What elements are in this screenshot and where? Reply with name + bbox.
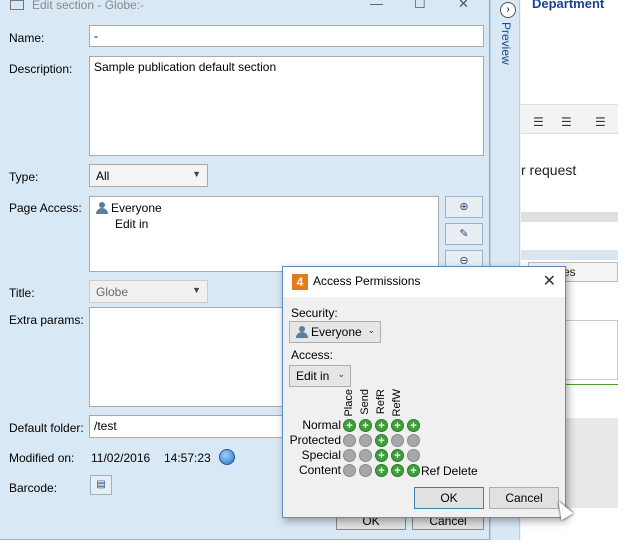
title-value: Globe [96,285,129,299]
permission-toggle-on[interactable]: + [375,434,388,447]
window-title: Edit section - Globe:- [32,0,145,12]
name-field[interactable]: - [89,25,484,47]
window-icon [10,0,24,10]
access-label: Access: [291,348,334,362]
permission-toggle-on[interactable]: + [391,419,404,432]
permission-toggle-off[interactable] [391,434,404,447]
permission-toggle-on[interactable]: + [375,464,388,477]
user-group-icon [96,202,109,214]
type-select[interactable]: All ▼ [89,164,208,187]
preview-label[interactable]: Preview [499,22,513,65]
divider-bar [521,250,618,260]
page-access-label: Page Access: [9,201,82,215]
security-label: Security: [291,306,338,320]
permission-row-label: Protected [289,433,341,447]
indent-icon[interactable]: ☰ [595,115,606,129]
permission-toggle-off[interactable] [407,449,420,462]
column-header-send: Send [359,389,371,415]
page-access-right: Edit in [115,217,149,231]
permission-row-label: Normal [302,418,341,432]
title-select[interactable]: Globe ▼ [89,280,208,303]
permission-toggle-on[interactable]: + [359,419,372,432]
column-header-place: Place [343,389,355,417]
permission-toggle-off[interactable] [359,464,372,477]
description-label: Description: [9,62,73,76]
default-folder-field[interactable]: /test [89,415,289,438]
permission-toggle-off[interactable] [343,464,356,477]
page-access-item[interactable]: Everyone [96,201,432,215]
department-heading: Department [532,0,605,11]
user-group-icon [296,326,309,338]
page-access-user: Everyone [111,201,162,215]
globe-icon[interactable] [219,449,235,465]
permission-toggle-on[interactable]: + [375,449,388,462]
permission-row-label: Content [298,463,341,477]
description-field[interactable]: Sample publication default section [89,56,484,156]
barcode-button[interactable]: ▤ [90,475,112,495]
permission-toggle-off[interactable] [359,434,372,447]
modified-label: Modified on: [9,451,75,465]
permission-toggle-on[interactable]: + [375,419,388,432]
modified-date: 11/02/2016 [91,451,151,465]
title-label: Title: [9,286,35,300]
bullet-list-icon[interactable]: ☰ [533,115,544,129]
security-select[interactable]: Everyone ⌄ [289,321,381,343]
permission-toggle-off[interactable] [343,434,356,447]
permission-toggle-on[interactable]: + [391,464,404,477]
column-header-refr: RefR [375,389,387,415]
close-icon[interactable]: ✕ [543,271,556,291]
dialog-cancel-button[interactable]: Cancel [489,487,559,509]
add-access-button[interactable]: ⊕ [445,196,483,218]
request-text: r request [521,162,577,178]
editor-toolbar: ☰ ☰ ☰ [521,104,618,134]
permission-toggle-off[interactable] [343,449,356,462]
chevron-down-icon: ▼ [192,169,201,179]
chevron-right-icon[interactable]: › [500,2,516,18]
permission-toggle-on[interactable]: + [407,464,420,477]
default-folder-label: Default folder: [9,421,84,435]
edit-access-button[interactable]: ✎ [445,223,483,245]
column-header-refw: RefW [391,389,403,417]
name-label: Name: [9,31,45,45]
chevron-down-icon: ⌄ [337,369,345,379]
barcode-label: Barcode: [9,481,58,495]
permission-toggle-on[interactable]: + [391,449,404,462]
security-value: Everyone [311,325,362,339]
type-value: All [96,169,110,183]
permission-toggle-on[interactable]: + [343,419,356,432]
page-access-list[interactable]: Everyone Edit in [89,196,439,272]
outdent-icon[interactable]: ☰ [561,115,572,129]
access-select[interactable]: Edit in ⌄ [289,365,351,387]
access-permissions-dialog: 4 Access Permissions ✕ Security: Everyon… [282,266,566,518]
maximize-icon[interactable]: ☐ [414,0,426,12]
divider-bar [521,212,618,222]
minimize-icon[interactable]: — [370,0,383,11]
close-icon[interactable]: ✕ [458,0,469,12]
extra-params-label: Extra params: [9,313,84,327]
chevron-down-icon: ⌄ [367,325,375,335]
dialog-ok-button[interactable]: OK [414,487,484,509]
app-logo-icon: 4 [292,274,308,290]
dialog-title-bar: 4 Access Permissions ✕ [283,267,565,297]
title-bar: Edit section - Globe:- — ☐ ✕ [0,0,490,12]
permission-toggle-off[interactable] [359,449,372,462]
access-value: Edit in [296,369,330,383]
extra-params-field[interactable] [89,307,289,407]
permission-row-label: Special [301,448,341,462]
ref-delete-label: Ref Delete [421,464,478,478]
permission-toggle-on[interactable]: + [407,419,420,432]
modified-time: 14:57:23 [164,451,211,465]
type-label: Type: [9,170,39,184]
dialog-title: Access Permissions [313,274,421,288]
chevron-down-icon: ▼ [192,285,201,295]
permission-toggle-off[interactable] [407,434,420,447]
